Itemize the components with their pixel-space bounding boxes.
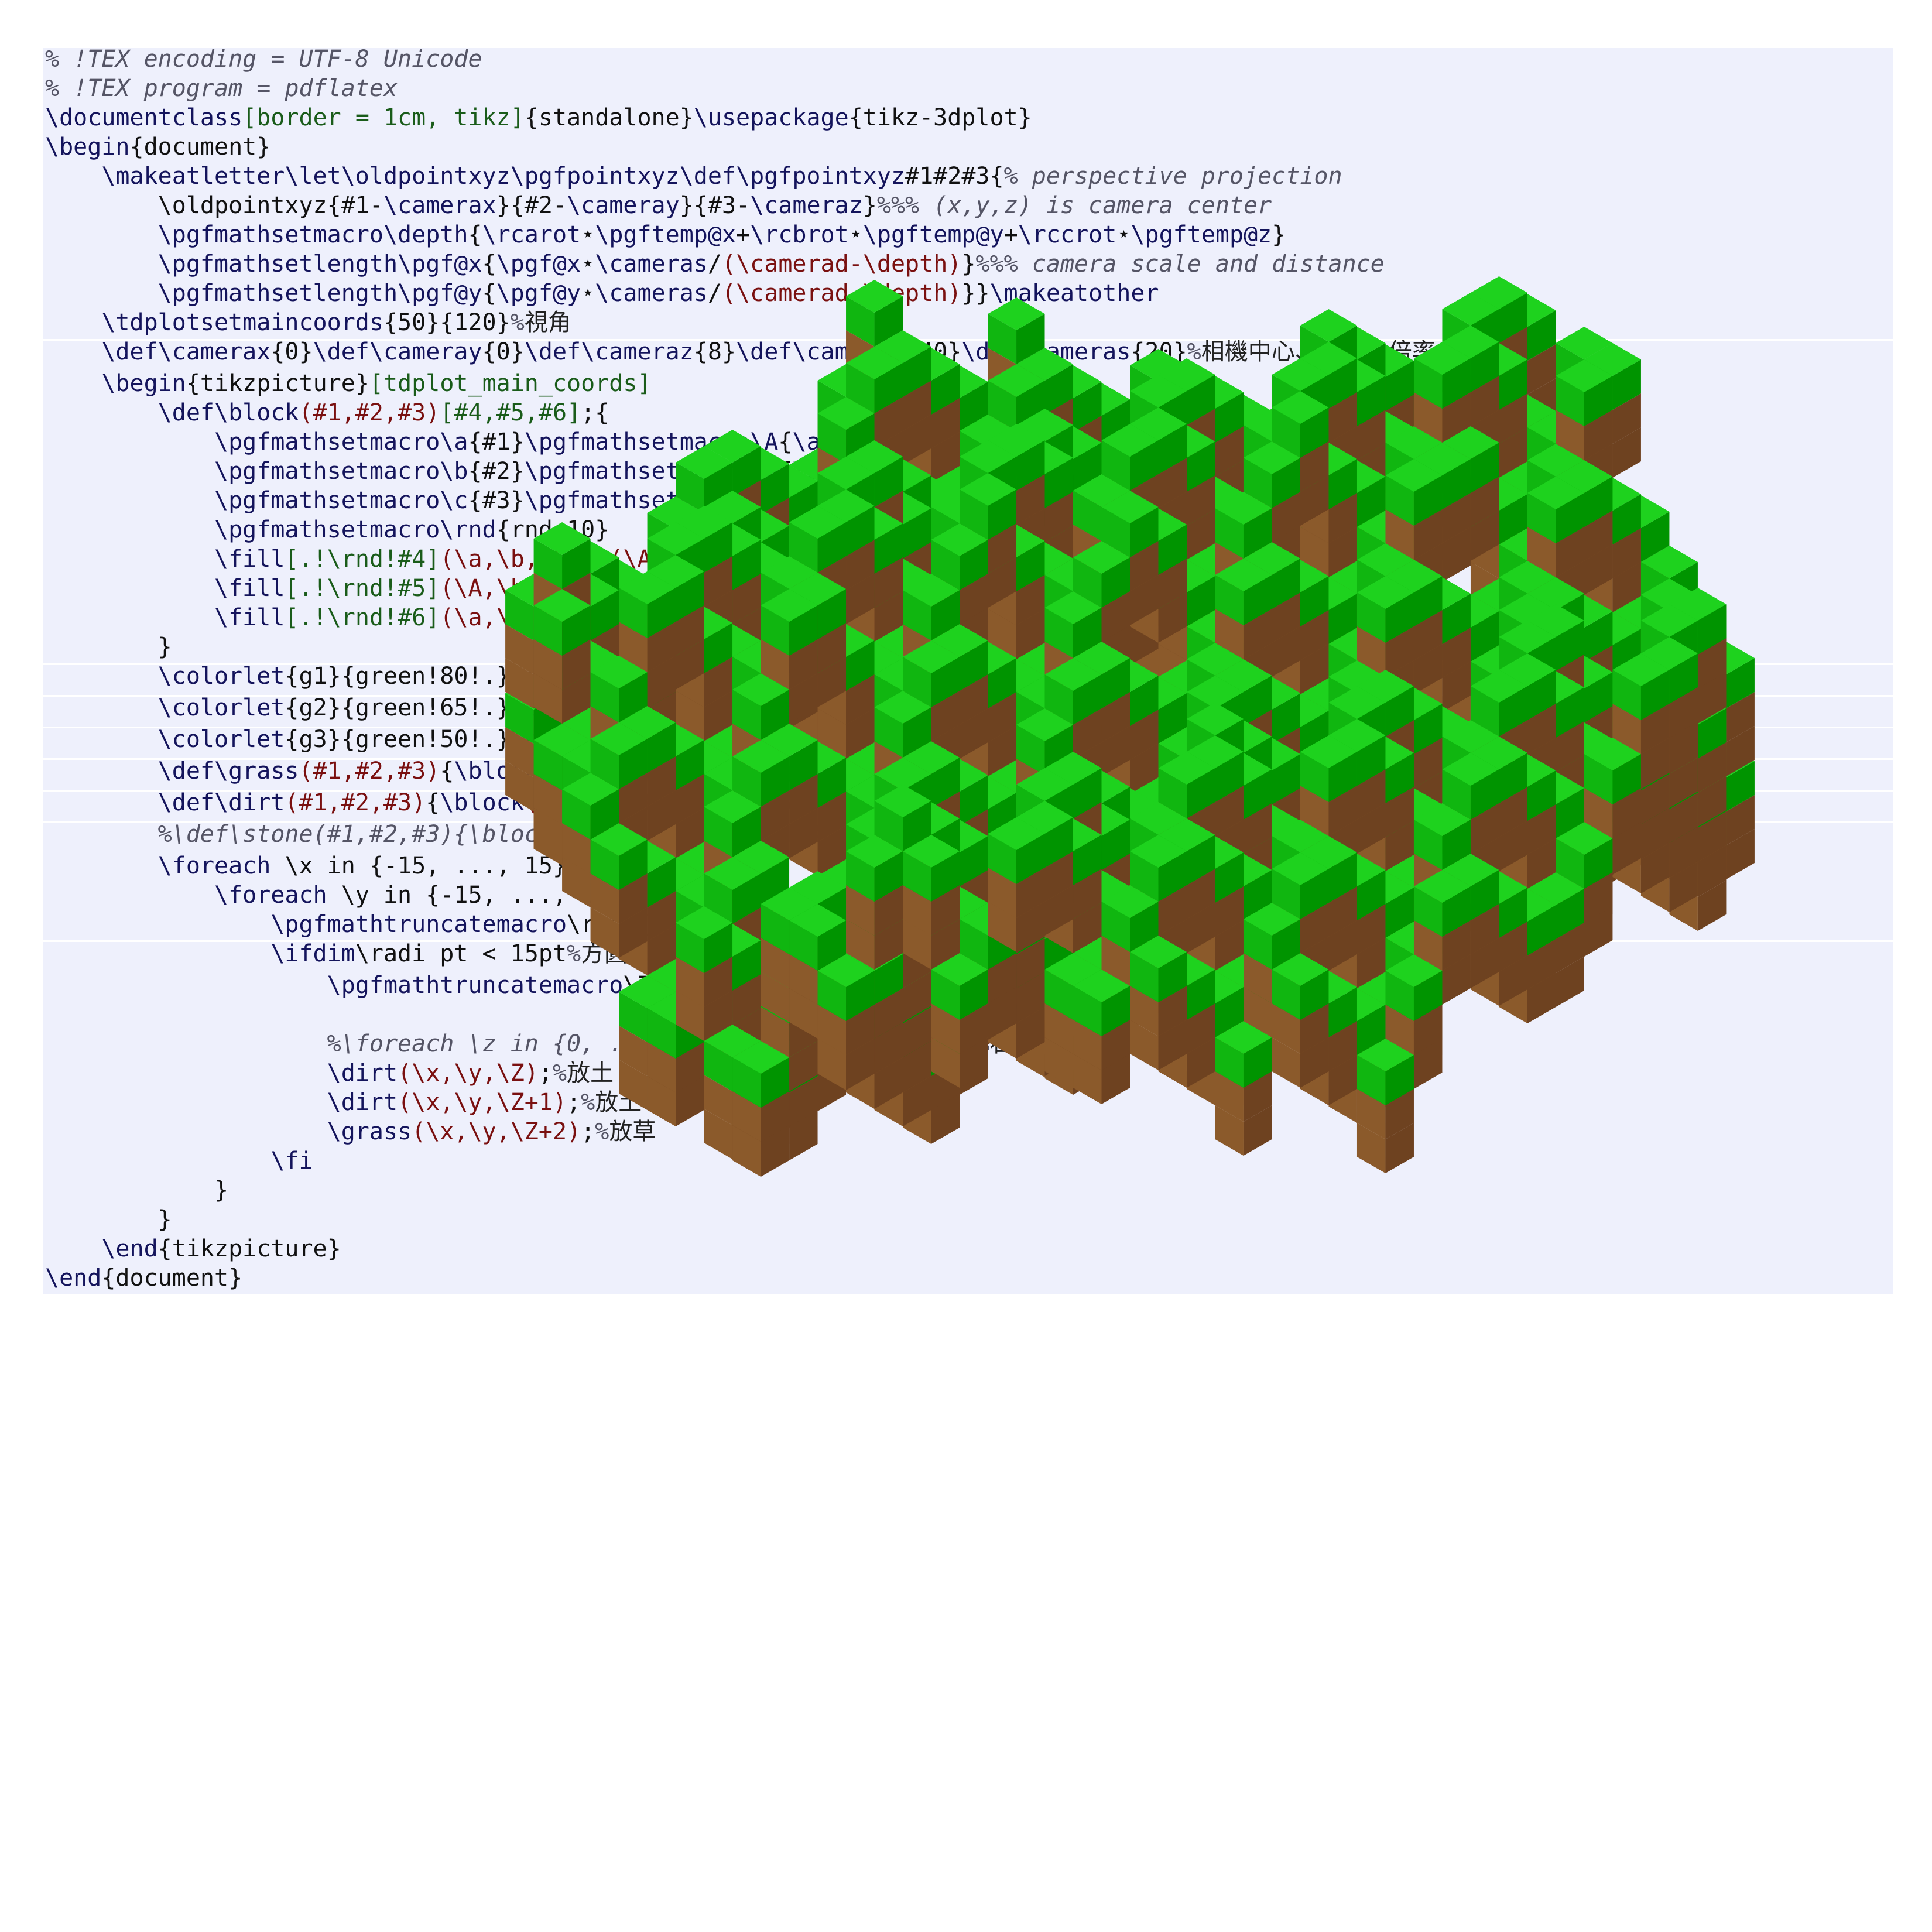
voxel-terrain-render — [505, 276, 1755, 1177]
